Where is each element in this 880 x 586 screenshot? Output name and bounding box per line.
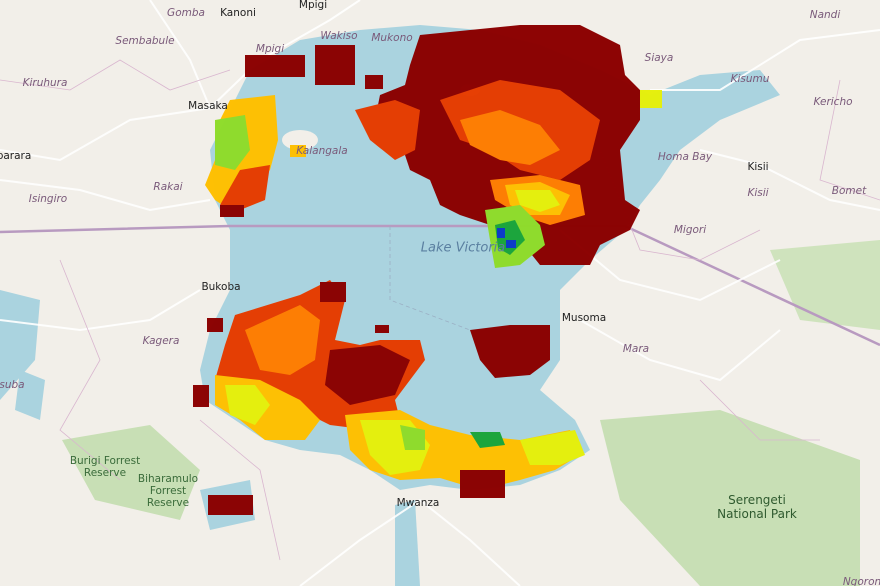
label-kisumu: Kisumu — [730, 73, 770, 85]
label-sembabule: Sembabule — [115, 35, 175, 47]
label-bukoba: Bukoba — [201, 281, 241, 293]
label-kiruhura: Kiruhura — [22, 77, 68, 89]
label-bomet: Bomet — [831, 185, 867, 197]
label-mukono: Mukono — [371, 32, 413, 44]
label-wakiso: Wakiso — [320, 30, 358, 42]
label-nandi: Nandi — [809, 9, 841, 21]
label-rakai: Rakai — [153, 181, 183, 193]
label-migori: Migori — [673, 224, 707, 236]
label-homa-bay: Homa Bay — [657, 151, 713, 163]
map-canvas[interactable]: Gomba Kanoni Mpigi Nandi Sembabule Mpigi… — [0, 0, 880, 586]
label-siaya: Siaya — [644, 52, 674, 64]
label-kalangala: Kalangala — [296, 145, 348, 157]
label-biharamulo: Biharamulo Forrest Reserve — [137, 473, 199, 509]
label-kericho: Kericho — [813, 96, 853, 108]
label-mpigi: Mpigi — [298, 0, 328, 11]
label-gomba: Gomba — [167, 7, 205, 19]
label-mbarara: barara — [0, 150, 32, 162]
label-kisii-town: Kisii — [747, 161, 769, 173]
label-kanoni: Kanoni — [220, 7, 256, 19]
label-musoma: Musoma — [561, 312, 607, 324]
label-masaka: Masaka — [188, 100, 228, 112]
label-isingiro: Isingiro — [28, 193, 68, 205]
label-isuba: suba — [0, 379, 25, 391]
label-mwanza: Mwanza — [396, 497, 440, 509]
label-serengeti: Serengeti National Park — [717, 493, 797, 521]
label-mpigi-district: Mpigi — [255, 43, 285, 55]
label-lake-victoria: Lake Victoria — [420, 240, 506, 256]
label-mara: Mara — [622, 343, 650, 355]
label-kagera: Kagera — [142, 335, 180, 347]
label-ngorongoro: Ngoron — [842, 576, 880, 586]
label-kisii-district: Kisii — [747, 187, 769, 199]
